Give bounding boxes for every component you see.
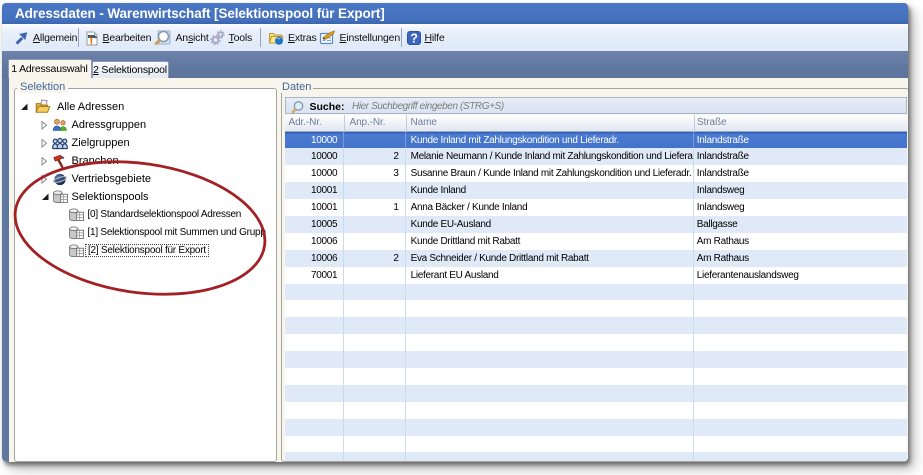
- svg-text:?: ?: [410, 31, 417, 45]
